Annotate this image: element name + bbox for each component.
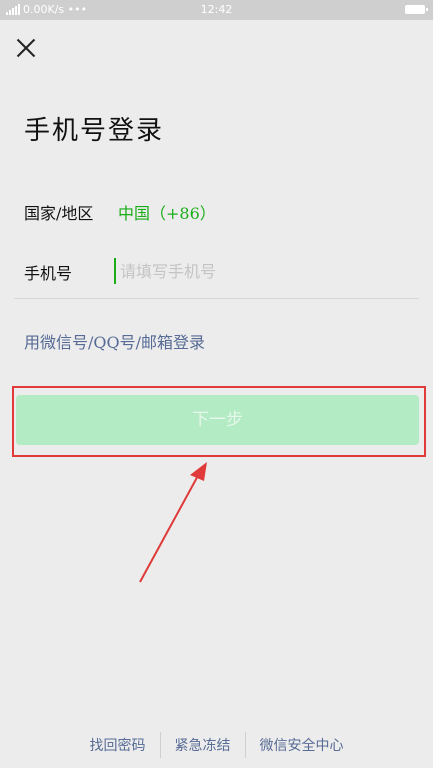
close-icon[interactable]	[14, 36, 38, 60]
alt-login-link[interactable]: 用微信号/QQ号/邮箱登录	[24, 329, 205, 353]
divider	[14, 298, 419, 299]
footer-link-security-center[interactable]: 微信安全中心	[246, 735, 358, 755]
phone-input[interactable]	[114, 258, 410, 284]
phone-label: 手机号	[24, 264, 73, 283]
footer-link-recover-password[interactable]: 找回密码	[76, 735, 160, 755]
footer-link-emergency-freeze[interactable]: 紧急冻结	[161, 735, 245, 755]
region-label: 国家/地区	[24, 204, 94, 223]
region-selector[interactable]: 中国（+86）	[118, 200, 216, 224]
status-bar: 0.00K/s ••• 12:42	[0, 0, 433, 20]
annotation-highlight-box	[12, 386, 426, 457]
battery-icon	[405, 5, 428, 14]
login-screen: 0.00K/s ••• 12:42 手机号登录 国家/地区 中国（+86） 手机…	[0, 0, 433, 768]
footer: 找回密码 紧急冻结 微信安全中心	[0, 732, 433, 758]
page-title: 手机号登录	[24, 116, 165, 146]
status-time: 12:42	[200, 3, 233, 16]
